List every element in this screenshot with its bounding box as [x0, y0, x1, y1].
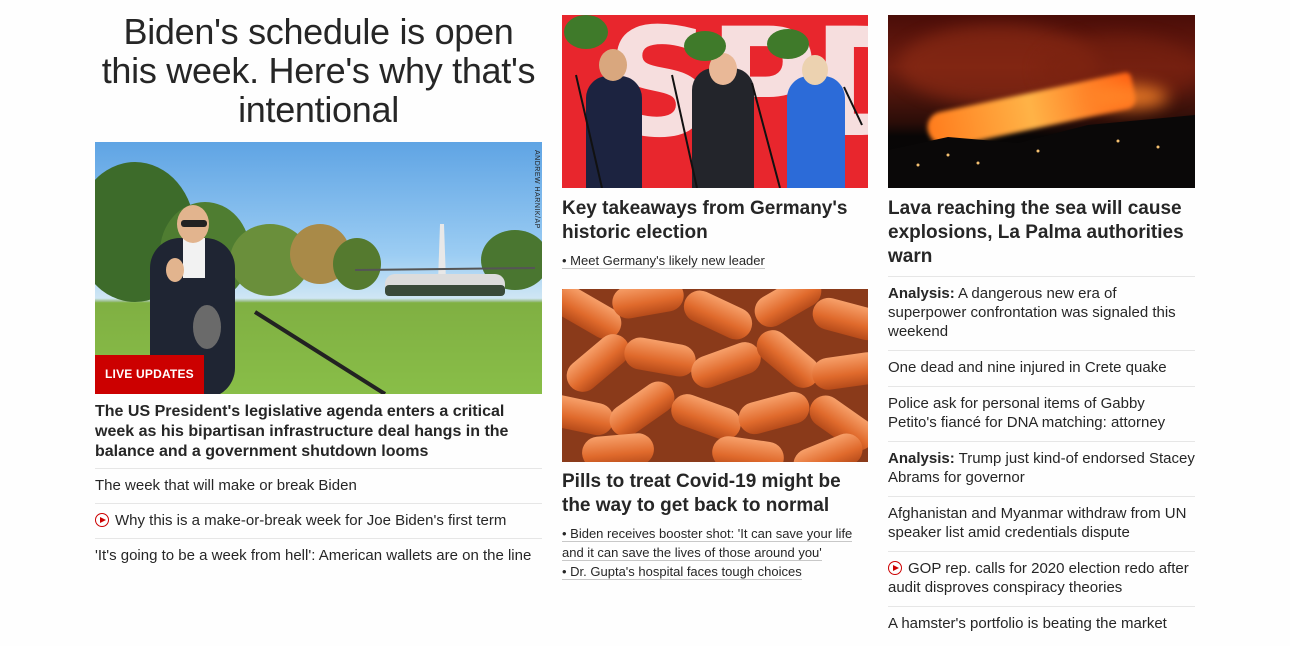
- story-link[interactable]: One dead and nine injured in Crete quake: [888, 359, 1167, 376]
- story-link[interactable]: Why this is a make-or-break week for Joe…: [115, 512, 506, 529]
- germany-story-title[interactable]: Key takeaways from Germany's historic el…: [562, 197, 868, 245]
- list-item[interactable]: Why this is a make-or-break week for Joe…: [95, 503, 542, 538]
- analysis-label: Analysis:: [888, 450, 955, 467]
- list-item[interactable]: One dead and nine injured in Crete quake: [888, 350, 1195, 386]
- main-story-summary[interactable]: The US President's legislative agenda en…: [95, 402, 542, 462]
- la-palma-lava-image[interactable]: [888, 15, 1195, 188]
- video-play-icon: [95, 513, 109, 527]
- list-item[interactable]: Afghanistan and Myanmar withdraw from UN…: [888, 496, 1195, 551]
- story-link[interactable]: Police ask for personal items of Gabby P…: [888, 395, 1165, 431]
- list-item[interactable]: 'It's going to be a week from hell': Ame…: [95, 538, 542, 573]
- main-headline-link[interactable]: Biden's schedule is open this week. Here…: [102, 11, 536, 130]
- list-item[interactable]: Police ask for personal items of Gabby P…: [888, 386, 1195, 441]
- covid-sub-link[interactable]: • Biden receives booster shot: 'It can s…: [562, 524, 868, 562]
- story-link[interactable]: GOP rep. calls for 2020 election redo af…: [888, 560, 1189, 596]
- germany-sub-link[interactable]: • Meet Germany's likely new leader: [562, 251, 868, 270]
- covid-pills-image[interactable]: [562, 289, 868, 462]
- photo-credit: ANDREW HARNIK/AP: [533, 150, 540, 229]
- story-link[interactable]: Afghanistan and Myanmar withdraw from UN…: [888, 505, 1186, 541]
- right-column: Lava reaching the sea will cause explosi…: [888, 15, 1195, 642]
- story-link[interactable]: 'It's going to be a week from hell': Ame…: [95, 547, 531, 564]
- lava-story-title[interactable]: Lava reaching the sea will cause explosi…: [888, 197, 1195, 269]
- related-link[interactable]: • Meet Germany's likely new leader: [562, 253, 765, 269]
- lava-story-links: Analysis: A dangerous new era of superpo…: [888, 276, 1195, 642]
- live-updates-badge[interactable]: LIVE UPDATES: [95, 355, 204, 394]
- covid-story: Pills to treat Covid-19 might be the way…: [562, 470, 868, 581]
- middle-column: SPD Key takeaways from Germany's histori…: [562, 15, 868, 580]
- related-link[interactable]: • Biden receives booster shot: 'It can s…: [562, 526, 853, 561]
- list-item[interactable]: The week that will make or break Biden: [95, 468, 542, 503]
- lava-story-link[interactable]: Lava reaching the sea will cause explosi…: [888, 198, 1184, 267]
- story-link[interactable]: A hamster's portfolio is beating the mar…: [888, 615, 1167, 632]
- covid-story-link[interactable]: Pills to treat Covid-19 might be the way…: [562, 471, 841, 516]
- main-story-column: Biden's schedule is open this week. Here…: [95, 12, 542, 564]
- germany-election-image[interactable]: SPD: [562, 15, 868, 188]
- analysis-label: Analysis:: [888, 285, 955, 302]
- main-headline[interactable]: Biden's schedule is open this week. Here…: [95, 12, 542, 129]
- list-item[interactable]: GOP rep. calls for 2020 election redo af…: [888, 551, 1195, 606]
- biden-hero-image[interactable]: ANDREW HARNIK/AP LIVE UPDATES: [95, 142, 542, 394]
- story-link[interactable]: The week that will make or break Biden: [95, 477, 357, 494]
- covid-story-title[interactable]: Pills to treat Covid-19 might be the way…: [562, 470, 868, 518]
- list-item[interactable]: Analysis: A dangerous new era of superpo…: [888, 276, 1195, 350]
- covid-sub-link[interactable]: • Dr. Gupta's hospital faces tough choic…: [562, 562, 868, 581]
- main-story-links: The week that will make or break Biden W…: [95, 468, 542, 573]
- list-item[interactable]: Analysis: Trump just kind-of endorsed St…: [888, 441, 1195, 496]
- list-item[interactable]: A hamster's portfolio is beating the mar…: [888, 606, 1195, 642]
- video-play-icon: [888, 561, 902, 575]
- related-link[interactable]: • Dr. Gupta's hospital faces tough choic…: [562, 564, 802, 580]
- germany-story-link[interactable]: Key takeaways from Germany's historic el…: [562, 198, 847, 243]
